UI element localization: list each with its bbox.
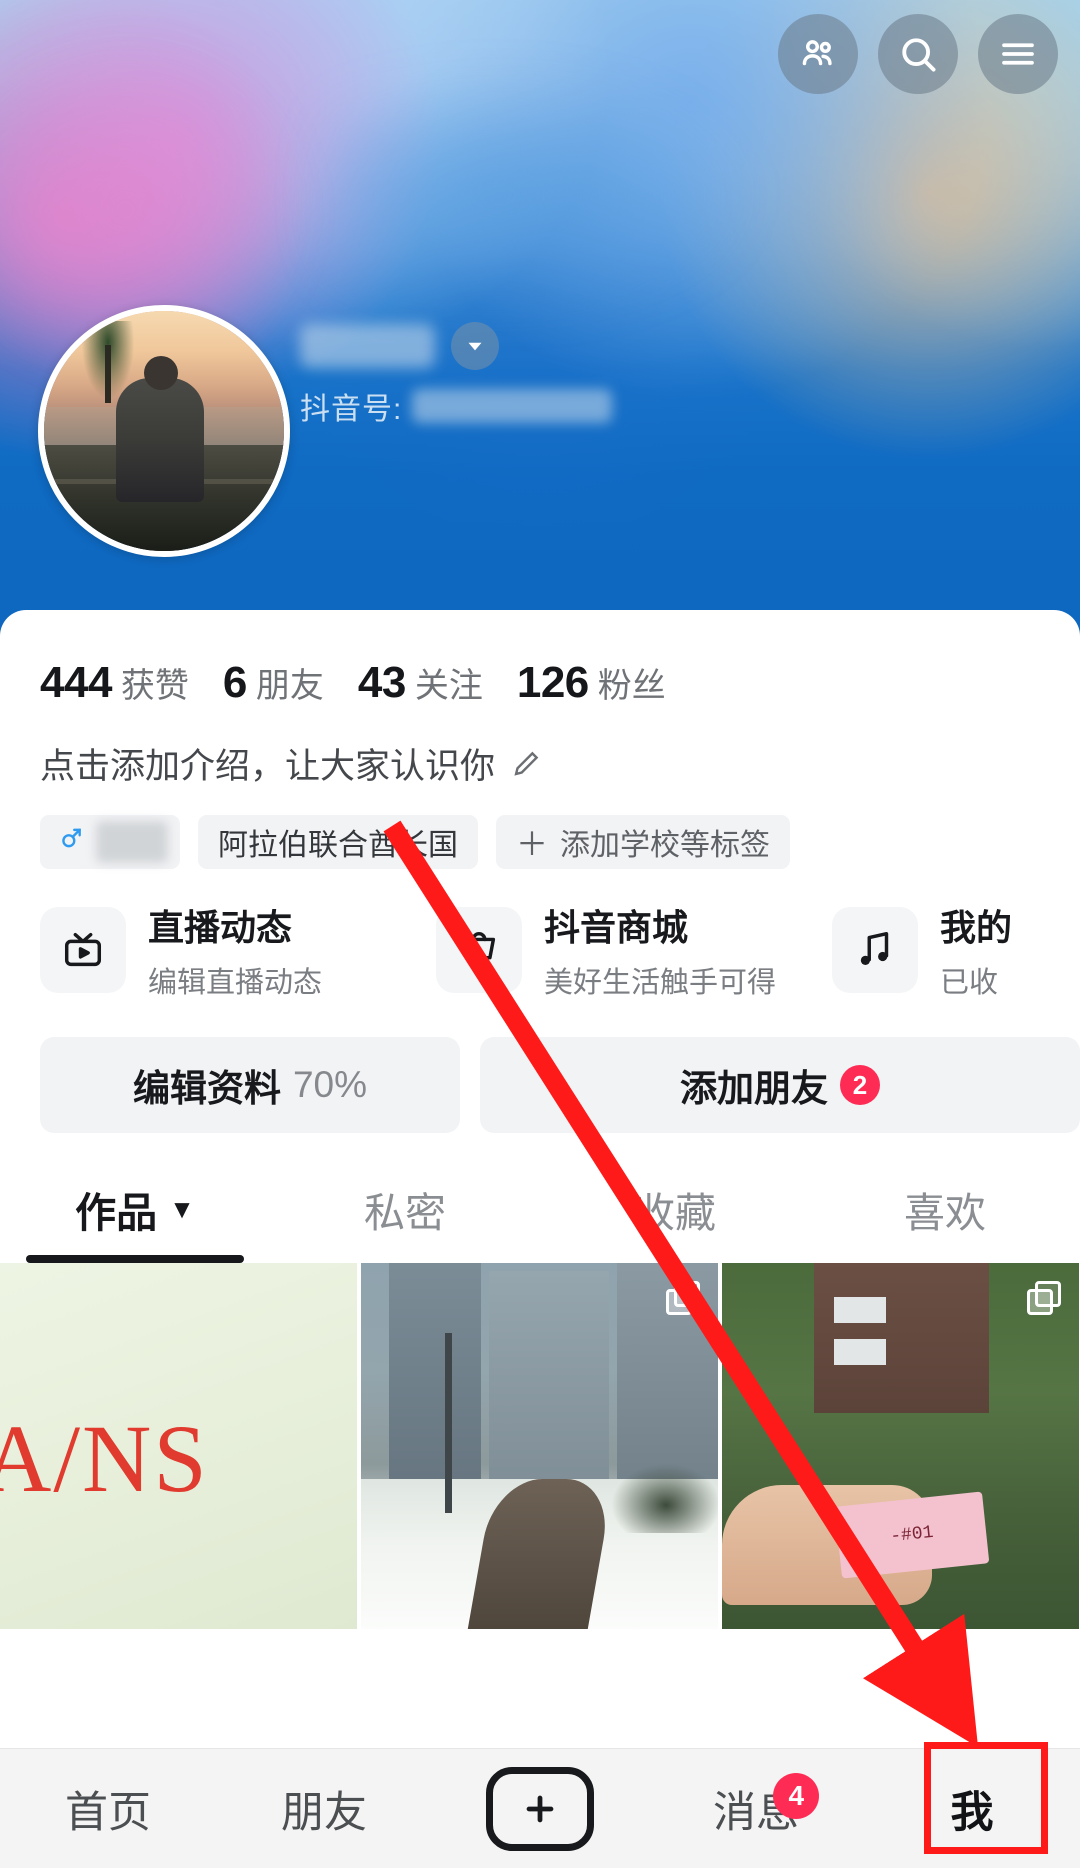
card-title: 抖音商城 xyxy=(544,907,689,948)
add-tag-chip[interactable]: ＋ 添加学校等标签 xyxy=(496,815,791,869)
stats-row: 444 获赞 6 朋友 43 关注 126 粉丝 xyxy=(0,610,1080,708)
nav-label: 朋友 xyxy=(281,1788,367,1837)
location-chip-label: 阿拉伯联合酋长国 xyxy=(218,829,458,862)
chevron-down-icon[interactable]: ▼ xyxy=(169,1194,195,1225)
douyin-mall-card[interactable]: 抖音商城 美好生活触手可得 xyxy=(436,899,832,1001)
card-subtitle: 已收 xyxy=(940,967,999,999)
nav-home[interactable]: 首页 xyxy=(0,1749,216,1868)
nav-label: 我 xyxy=(950,1788,994,1837)
nav-messages[interactable]: 消息 4 xyxy=(648,1749,864,1868)
add-friend-label: 添加朋友 xyxy=(680,1068,828,1109)
nav-me[interactable]: 我 xyxy=(864,1749,1080,1868)
profile-chips-row: 阿拉伯联合酋长国 ＋ 添加学校等标签 xyxy=(0,789,1080,869)
tv-icon xyxy=(40,907,126,993)
avatar[interactable] xyxy=(38,305,290,557)
video-thumb-1[interactable]: A/NS xyxy=(0,1263,357,1629)
action-buttons-row: 编辑资料 70% 添加朋友 2 xyxy=(0,1001,1080,1133)
thumb-overlay-text: A/NS xyxy=(0,1405,209,1512)
douyin-profile-screen: 抖音号: 444 获赞 6 朋友 43 关注 126 粉丝 点击添加介绍，让大家… xyxy=(0,0,1080,1868)
stat-likes[interactable]: 444 获赞 xyxy=(40,658,189,708)
tab-label: 喜欢 xyxy=(904,1190,986,1236)
multi-photo-icon xyxy=(1027,1281,1061,1315)
my-music-card[interactable]: 我的 已收 xyxy=(832,899,1080,1001)
chevron-down-icon[interactable] xyxy=(451,322,499,370)
douyin-id-row[interactable]: 抖音号: xyxy=(300,384,613,428)
tab-label: 收藏 xyxy=(634,1190,716,1236)
stat-value: 6 xyxy=(222,658,247,707)
thumb-overlay-text: -#01 xyxy=(889,1522,935,1548)
edit-profile-label: 编辑资料 xyxy=(132,1068,281,1109)
edit-profile-percent: 70% xyxy=(292,1064,368,1105)
edit-profile-button[interactable]: 编辑资料 70% xyxy=(40,1037,460,1133)
card-subtitle: 编辑直播动态 xyxy=(148,967,323,999)
male-icon xyxy=(58,825,84,859)
video-grid: A/NS -#01 xyxy=(0,1263,1080,1629)
message-badge: 4 xyxy=(773,1773,820,1819)
nav-label: 首页 xyxy=(65,1788,151,1837)
card-title: 我的 xyxy=(940,907,1013,948)
bottom-navigation: 首页 朋友 消息 4 我 xyxy=(0,1748,1080,1868)
add-friend-badge: 2 xyxy=(840,1065,880,1105)
nav-friends[interactable]: 朋友 xyxy=(216,1749,432,1868)
music-icon xyxy=(832,907,918,993)
stat-label: 粉丝 xyxy=(597,667,666,705)
stat-label: 获赞 xyxy=(120,667,189,705)
add-tag-label: 添加学校等标签 xyxy=(560,829,771,862)
tab-label: 私密 xyxy=(364,1190,446,1236)
feature-cards-row[interactable]: 直播动态 编辑直播动态 抖音商城 美好生活触手可得 我的 已收 xyxy=(0,869,1080,1001)
stat-followers[interactable]: 126 粉丝 xyxy=(517,658,666,708)
stat-value: 126 xyxy=(516,658,589,707)
cart-icon xyxy=(436,907,522,993)
tab-favorites[interactable]: 收藏 xyxy=(540,1179,810,1263)
content-tabs: 作品 ▼ 私密 收藏 喜欢 xyxy=(0,1133,1080,1263)
nav-create[interactable] xyxy=(432,1749,648,1868)
gender-age-chip[interactable] xyxy=(40,815,180,869)
tab-likes[interactable]: 喜欢 xyxy=(810,1179,1080,1263)
card-title: 直播动态 xyxy=(148,907,293,948)
age-redacted xyxy=(96,821,168,863)
search-icon-button[interactable] xyxy=(878,14,958,94)
menu-icon-button[interactable] xyxy=(978,14,1058,94)
stat-following[interactable]: 43 关注 xyxy=(358,658,483,708)
plus-icon: ＋ xyxy=(516,826,549,862)
tab-active-underline xyxy=(26,1255,244,1263)
profile-name-redacted xyxy=(300,324,435,368)
tab-works[interactable]: 作品 ▼ xyxy=(0,1179,270,1263)
tab-private[interactable]: 私密 xyxy=(270,1179,540,1263)
hamburger-icon xyxy=(997,33,1039,75)
bio-placeholder-text: 点击添加介绍，让大家认识你 xyxy=(40,747,496,786)
douyin-id-label: 抖音号: xyxy=(300,393,403,426)
people-icon xyxy=(796,32,840,76)
multi-photo-icon xyxy=(666,1281,700,1315)
stat-friends[interactable]: 6 朋友 xyxy=(223,658,324,708)
video-thumb-2[interactable] xyxy=(361,1263,718,1629)
add-friend-button[interactable]: 添加朋友 2 xyxy=(480,1037,1080,1133)
stat-label: 关注 xyxy=(414,667,483,705)
avatar-image xyxy=(44,311,284,551)
friends-icon-button[interactable] xyxy=(778,14,858,94)
edit-pencil-icon[interactable] xyxy=(509,747,543,781)
douyin-id-redacted xyxy=(412,389,613,423)
card-subtitle: 美好生活触手可得 xyxy=(544,967,777,999)
profile-sheet: 444 获赞 6 朋友 43 关注 126 粉丝 点击添加介绍，让大家认识你 阿… xyxy=(0,610,1080,1868)
location-chip[interactable]: 阿拉伯联合酋长国 xyxy=(198,815,478,869)
live-dynamics-card[interactable]: 直播动态 编辑直播动态 xyxy=(40,899,436,1001)
bio-row[interactable]: 点击添加介绍，让大家认识你 xyxy=(0,708,1080,789)
stat-label: 朋友 xyxy=(255,667,324,705)
stat-value: 43 xyxy=(357,658,406,707)
tab-label: 作品 xyxy=(75,1190,158,1236)
stat-value: 444 xyxy=(40,658,112,707)
video-thumb-3[interactable]: -#01 xyxy=(722,1263,1079,1629)
profile-name-row[interactable] xyxy=(300,322,499,370)
plus-icon[interactable] xyxy=(486,1766,594,1851)
top-action-bar xyxy=(778,14,1058,94)
cover-gradient-blue xyxy=(330,80,750,310)
search-icon xyxy=(896,32,940,76)
